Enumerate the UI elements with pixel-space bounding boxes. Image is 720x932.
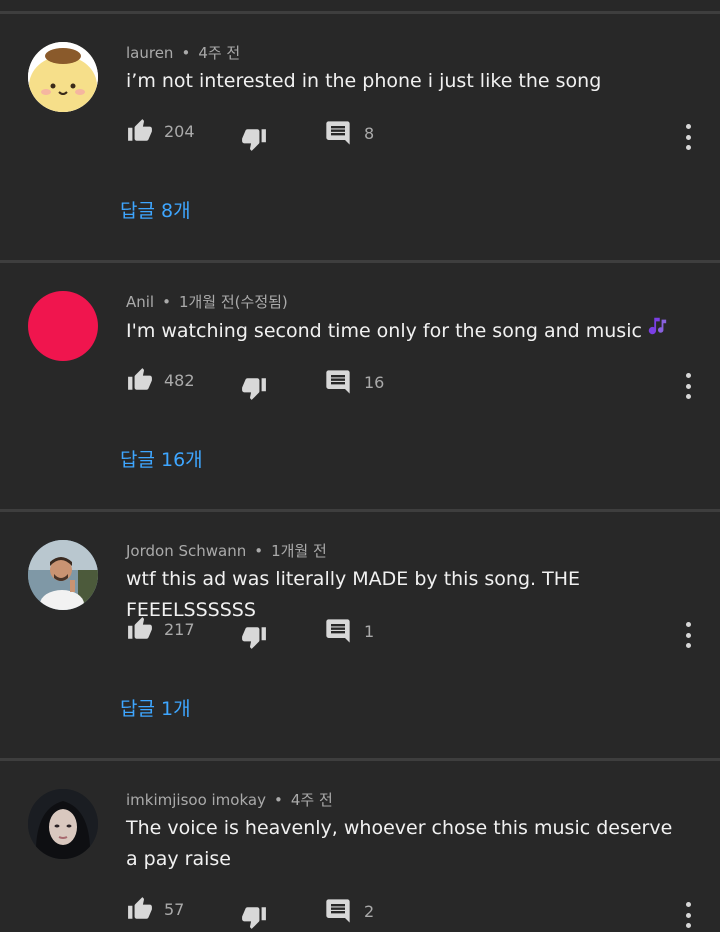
- comment-time: 1개월 전: [271, 542, 327, 560]
- comment-icon: [326, 619, 350, 643]
- author-name[interactable]: Anil: [126, 293, 154, 311]
- like-count: 217: [164, 619, 195, 639]
- avatar[interactable]: [28, 42, 98, 112]
- thumbs-up-icon: [128, 897, 152, 919]
- like-count: 204: [164, 121, 195, 141]
- like-count: 482: [164, 370, 195, 390]
- comment-meta: imkimjisoo imokay • 4주 전: [126, 789, 333, 810]
- reply-count: 16: [364, 372, 385, 392]
- comment-meta: Jordon Schwann • 1개월 전: [126, 540, 327, 561]
- thumbs-down-icon: [242, 907, 266, 929]
- view-replies-link[interactable]: 답글 1개: [120, 694, 191, 721]
- dislike-button[interactable]: [240, 373, 268, 403]
- comment-text: I'm watching second time only for the so…: [126, 320, 642, 342]
- view-replies-link[interactable]: 답글 8개: [120, 196, 191, 223]
- reply-button[interactable]: 16: [324, 367, 384, 397]
- like-button[interactable]: 217: [126, 614, 195, 644]
- comment-time: 4주 전: [198, 44, 241, 62]
- dislike-button[interactable]: [240, 902, 268, 932]
- comment-text: wtf this ad was literally MADE by this s…: [126, 568, 581, 621]
- reply-button[interactable]: 2: [324, 896, 374, 926]
- divider: [0, 260, 720, 263]
- reply-count: 8: [364, 123, 375, 143]
- like-count: 57: [164, 899, 185, 919]
- author-name[interactable]: Jordon Schwann: [126, 542, 246, 560]
- reply-button[interactable]: 1: [324, 616, 374, 646]
- reply-button[interactable]: 8: [324, 118, 374, 148]
- dislike-button[interactable]: [240, 124, 268, 154]
- comment-icon: [326, 121, 350, 145]
- comment-text-row: I'm watching second time only for the so…: [126, 315, 686, 347]
- thumbs-up-icon: [128, 617, 152, 639]
- thumbs-up-icon: [128, 368, 152, 390]
- avatar[interactable]: [28, 291, 98, 361]
- comment-text: The voice is heavenly, whoever chose thi…: [126, 817, 673, 870]
- more-options-icon[interactable]: [682, 622, 694, 648]
- separator-dot: •: [254, 542, 264, 560]
- reply-count: 2: [364, 901, 375, 921]
- separator-dot: •: [273, 791, 283, 809]
- comment-time: 1개월 전(수정됨): [178, 293, 288, 311]
- thumbs-down-icon: [242, 129, 266, 151]
- author-name[interactable]: imkimjisoo imokay: [126, 791, 266, 809]
- thumbs-down-icon: [242, 627, 266, 649]
- divider: [0, 758, 720, 761]
- like-button[interactable]: 204: [126, 116, 195, 146]
- top-divider: [0, 11, 720, 14]
- view-replies-link[interactable]: 답글 16개: [120, 445, 203, 472]
- avatar[interactable]: [28, 540, 98, 610]
- music-note-icon: [646, 315, 668, 347]
- avatar[interactable]: [28, 789, 98, 859]
- thumbs-down-icon: [242, 378, 266, 400]
- comment-icon: [326, 370, 350, 394]
- more-options-icon[interactable]: [682, 902, 694, 928]
- comment-meta: Anil • 1개월 전(수정됨): [126, 291, 288, 312]
- more-options-icon[interactable]: [682, 373, 694, 399]
- comment-text: i’m not interested in the phone i just l…: [126, 70, 602, 92]
- more-options-icon[interactable]: [682, 124, 694, 150]
- comment-icon: [326, 899, 350, 923]
- comment-time: 4주 전: [290, 791, 333, 809]
- separator-dot: •: [162, 293, 171, 311]
- divider: [0, 509, 720, 512]
- comment-meta: lauren • 4주 전: [126, 42, 240, 63]
- reply-count: 1: [364, 621, 375, 641]
- like-button[interactable]: 57: [126, 894, 184, 924]
- thumbs-up-icon: [128, 119, 152, 141]
- separator-dot: •: [181, 44, 191, 62]
- dislike-button[interactable]: [240, 622, 268, 652]
- like-button[interactable]: 482: [126, 365, 195, 395]
- author-name[interactable]: lauren: [126, 44, 173, 62]
